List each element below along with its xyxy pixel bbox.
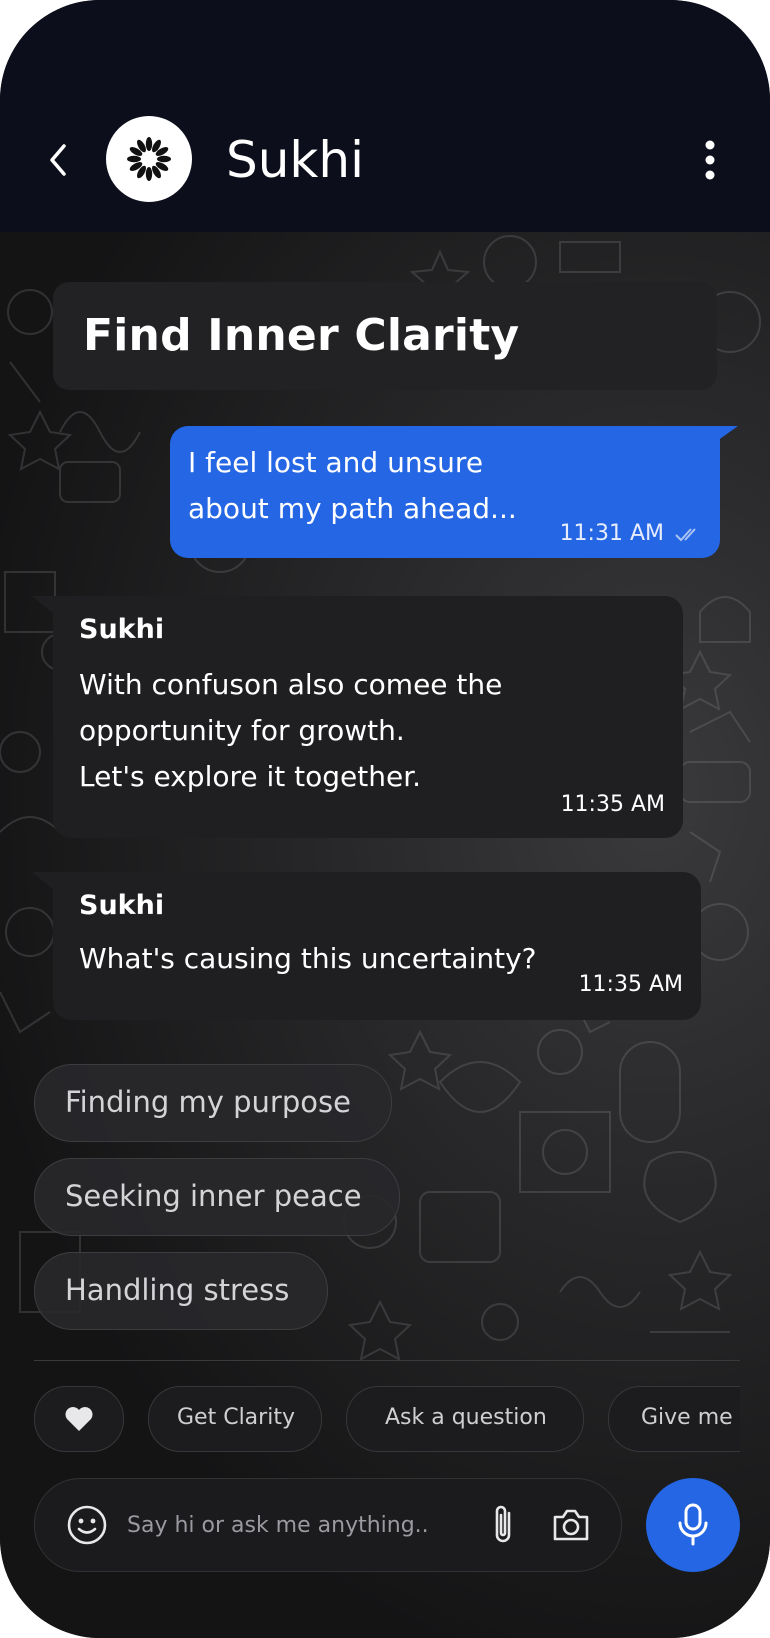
- incoming-message[interactable]: Sukhi With confuson also comee the oppor…: [53, 596, 683, 838]
- message-input[interactable]: [127, 1507, 427, 1543]
- message-time: 11:35 AM: [560, 792, 665, 817]
- mic-button[interactable]: [646, 1478, 740, 1572]
- get-clarity-button[interactable]: Get Clarity: [148, 1386, 322, 1452]
- chat-header: Sukhi: [0, 0, 770, 232]
- double-check-icon: [675, 528, 696, 542]
- more-vertical-icon[interactable]: [695, 135, 725, 185]
- sukhi-logo-icon: [127, 137, 171, 181]
- incoming-message[interactable]: Sukhi What's causing this uncertainty? 1…: [53, 872, 701, 1020]
- topic-title: Find Inner Clarity: [83, 310, 520, 361]
- avatar[interactable]: [106, 116, 192, 202]
- message-sender: Sukhi: [79, 614, 165, 645]
- actions-row: Get Clarity Ask a question Give me guida…: [0, 1386, 740, 1452]
- back-chevron-icon[interactable]: [44, 138, 74, 182]
- heart-icon: [65, 1407, 93, 1431]
- message-text: What's causing this uncertainty?: [79, 942, 537, 975]
- camera-icon[interactable]: [549, 1505, 593, 1545]
- outgoing-message[interactable]: I feel lost and unsure about my path ahe…: [170, 426, 720, 558]
- message-composer: [34, 1478, 622, 1572]
- bubble-tail: [710, 426, 738, 446]
- emoji-icon[interactable]: [65, 1503, 109, 1547]
- message-text: With confuson also comee the opportunity…: [79, 668, 503, 793]
- message-sender: Sukhi: [79, 890, 165, 921]
- bubble-tail: [32, 596, 54, 614]
- message-time: 11:31 AM: [559, 521, 664, 546]
- favorite-button[interactable]: [34, 1386, 124, 1452]
- bubble-tail: [32, 872, 54, 890]
- quick-reply-chip[interactable]: Handling stress: [34, 1252, 328, 1330]
- quick-reply-chip[interactable]: Seeking inner peace: [34, 1158, 400, 1236]
- guidance-button[interactable]: Give me guidance: [608, 1386, 740, 1452]
- phone-frame: Sukhi Find Inner Clarity I feel lost and…: [0, 0, 770, 1638]
- ask-question-button[interactable]: Ask a question: [346, 1386, 584, 1452]
- topic-card: Find Inner Clarity: [53, 282, 717, 390]
- attachment-icon[interactable]: [489, 1503, 519, 1547]
- microphone-icon: [678, 1503, 708, 1546]
- quick-reply-chip[interactable]: Finding my purpose: [34, 1064, 392, 1142]
- chat-title: Sukhi: [226, 131, 364, 189]
- divider: [34, 1360, 740, 1361]
- message-text: I feel lost and unsure about my path ahe…: [188, 446, 517, 525]
- message-time: 11:35 AM: [578, 972, 683, 997]
